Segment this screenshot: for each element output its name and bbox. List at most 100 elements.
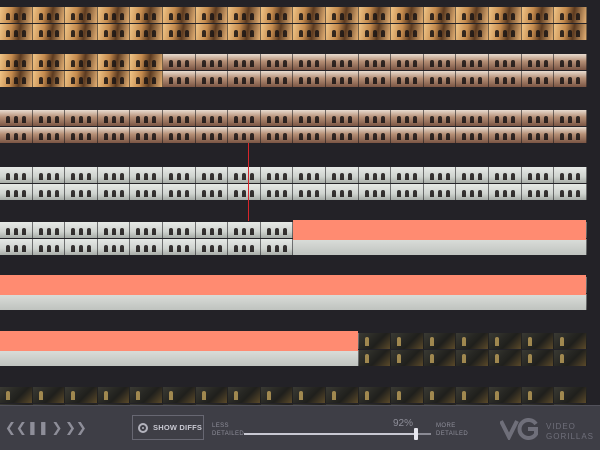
video-frame-thumbnail[interactable] bbox=[391, 71, 424, 87]
video-frame-thumbnail[interactable] bbox=[391, 167, 424, 183]
video-frame-thumbnail[interactable] bbox=[521, 7, 555, 23]
video-frame-thumbnail[interactable] bbox=[0, 184, 33, 200]
video-frame-thumbnail[interactable] bbox=[65, 110, 98, 126]
video-frame-thumbnail[interactable] bbox=[554, 127, 587, 143]
video-frame-thumbnail[interactable] bbox=[130, 54, 163, 70]
video-frame-thumbnail[interactable] bbox=[423, 127, 457, 143]
video-frame-thumbnail[interactable] bbox=[260, 222, 294, 238]
video-frame-thumbnail[interactable] bbox=[391, 333, 424, 349]
video-frame-thumbnail[interactable] bbox=[554, 54, 587, 70]
video-frame-thumbnail[interactable] bbox=[162, 24, 196, 40]
video-frame-thumbnail[interactable] bbox=[488, 71, 522, 87]
video-frame-thumbnail[interactable] bbox=[228, 110, 261, 126]
video-frame-thumbnail[interactable] bbox=[358, 333, 392, 349]
video-frame-thumbnail[interactable] bbox=[32, 222, 66, 238]
video-frame-thumbnail[interactable] bbox=[32, 387, 66, 403]
video-frame-thumbnail[interactable] bbox=[521, 127, 555, 143]
video-frame-thumbnail[interactable] bbox=[162, 71, 196, 87]
video-frame-thumbnail[interactable] bbox=[423, 167, 457, 183]
video-frame-thumbnail[interactable] bbox=[97, 127, 131, 143]
video-frame-thumbnail[interactable] bbox=[358, 24, 392, 40]
video-frame-thumbnail[interactable] bbox=[554, 24, 587, 40]
video-frame-thumbnail[interactable] bbox=[293, 127, 326, 143]
video-frame-thumbnail[interactable] bbox=[65, 24, 98, 40]
video-frame-thumbnail[interactable] bbox=[0, 24, 33, 40]
timeline-row[interactable] bbox=[0, 54, 587, 87]
video-frame-thumbnail[interactable] bbox=[130, 167, 163, 183]
video-frame-thumbnail[interactable] bbox=[554, 333, 587, 349]
video-frame-thumbnail[interactable] bbox=[0, 54, 33, 70]
video-frame-thumbnail[interactable] bbox=[65, 7, 98, 23]
video-frame-thumbnail[interactable] bbox=[554, 71, 587, 87]
video-frame-thumbnail[interactable] bbox=[358, 54, 392, 70]
video-frame-thumbnail[interactable] bbox=[65, 239, 98, 255]
video-frame-thumbnail[interactable] bbox=[65, 54, 98, 70]
video-frame-thumbnail[interactable] bbox=[195, 387, 229, 403]
video-frame-thumbnail[interactable] bbox=[325, 167, 359, 183]
video-frame-thumbnail[interactable] bbox=[260, 54, 294, 70]
video-frame-thumbnail[interactable] bbox=[488, 54, 522, 70]
video-frame-thumbnail[interactable] bbox=[554, 387, 587, 403]
video-frame-thumbnail[interactable] bbox=[358, 127, 392, 143]
video-frame-thumbnail[interactable] bbox=[423, 387, 457, 403]
video-frame-thumbnail[interactable] bbox=[391, 24, 424, 40]
video-frame-thumbnail[interactable] bbox=[195, 127, 229, 143]
video-frame-thumbnail[interactable] bbox=[391, 110, 424, 126]
video-frame-thumbnail[interactable] bbox=[456, 127, 489, 143]
pause-icon[interactable]: ❚❚ bbox=[27, 418, 49, 438]
video-frame-thumbnail[interactable] bbox=[521, 387, 555, 403]
video-frame-thumbnail[interactable] bbox=[32, 239, 66, 255]
video-frame-thumbnail[interactable] bbox=[325, 7, 359, 23]
video-frame-thumbnail[interactable] bbox=[521, 184, 555, 200]
video-frame-thumbnail[interactable] bbox=[228, 387, 261, 403]
video-frame-thumbnail[interactable] bbox=[293, 387, 326, 403]
video-frame-thumbnail[interactable] bbox=[423, 333, 457, 349]
playhead-marker[interactable] bbox=[248, 143, 249, 221]
video-frame-thumbnail[interactable] bbox=[32, 71, 66, 87]
video-frame-thumbnail[interactable] bbox=[97, 167, 131, 183]
video-frame-thumbnail[interactable] bbox=[195, 110, 229, 126]
video-frame-thumbnail[interactable] bbox=[554, 110, 587, 126]
step-forward-icon[interactable]: ❯ bbox=[47, 418, 67, 438]
video-frame-thumbnail[interactable] bbox=[97, 24, 131, 40]
video-frame-thumbnail[interactable] bbox=[521, 54, 555, 70]
video-frame-thumbnail[interactable] bbox=[195, 54, 229, 70]
video-frame-thumbnail[interactable] bbox=[456, 24, 489, 40]
video-frame-thumbnail[interactable] bbox=[130, 110, 163, 126]
video-frame-thumbnail[interactable] bbox=[32, 54, 66, 70]
video-frame-thumbnail[interactable] bbox=[391, 350, 424, 366]
video-frame-thumbnail[interactable] bbox=[162, 387, 196, 403]
video-frame-thumbnail[interactable] bbox=[32, 7, 66, 23]
video-frame-thumbnail[interactable] bbox=[488, 7, 522, 23]
video-frame-thumbnail[interactable] bbox=[260, 184, 294, 200]
video-frame-thumbnail[interactable] bbox=[162, 54, 196, 70]
detail-slider[interactable] bbox=[244, 428, 431, 440]
timeline-row[interactable] bbox=[0, 167, 587, 200]
video-frame-thumbnail[interactable] bbox=[260, 387, 294, 403]
video-frame-thumbnail[interactable] bbox=[488, 127, 522, 143]
video-frame-thumbnail[interactable] bbox=[65, 184, 98, 200]
rewind-icon[interactable]: ❮❮ bbox=[5, 418, 27, 438]
video-frame-thumbnail[interactable] bbox=[325, 110, 359, 126]
video-frame-thumbnail[interactable] bbox=[456, 184, 489, 200]
video-frame-thumbnail[interactable] bbox=[162, 184, 196, 200]
video-frame-thumbnail[interactable] bbox=[228, 24, 261, 40]
video-frame-thumbnail[interactable] bbox=[0, 387, 33, 403]
video-frame-thumbnail[interactable] bbox=[391, 387, 424, 403]
video-frame-thumbnail[interactable] bbox=[293, 7, 326, 23]
video-frame-thumbnail[interactable] bbox=[97, 387, 131, 403]
video-frame-thumbnail[interactable] bbox=[0, 71, 33, 87]
video-frame-thumbnail[interactable] bbox=[0, 239, 33, 255]
video-frame-thumbnail[interactable] bbox=[358, 167, 392, 183]
video-frame-thumbnail[interactable] bbox=[554, 184, 587, 200]
video-frame-thumbnail[interactable] bbox=[32, 24, 66, 40]
video-frame-thumbnail[interactable] bbox=[456, 387, 489, 403]
video-frame-thumbnail[interactable] bbox=[97, 7, 131, 23]
video-frame-thumbnail[interactable] bbox=[293, 167, 326, 183]
timeline-row[interactable] bbox=[0, 110, 587, 143]
video-frame-thumbnail[interactable] bbox=[130, 71, 163, 87]
video-frame-thumbnail[interactable] bbox=[130, 387, 163, 403]
video-frame-thumbnail[interactable] bbox=[358, 184, 392, 200]
video-frame-thumbnail[interactable] bbox=[97, 71, 131, 87]
video-frame-thumbnail[interactable] bbox=[554, 350, 587, 366]
